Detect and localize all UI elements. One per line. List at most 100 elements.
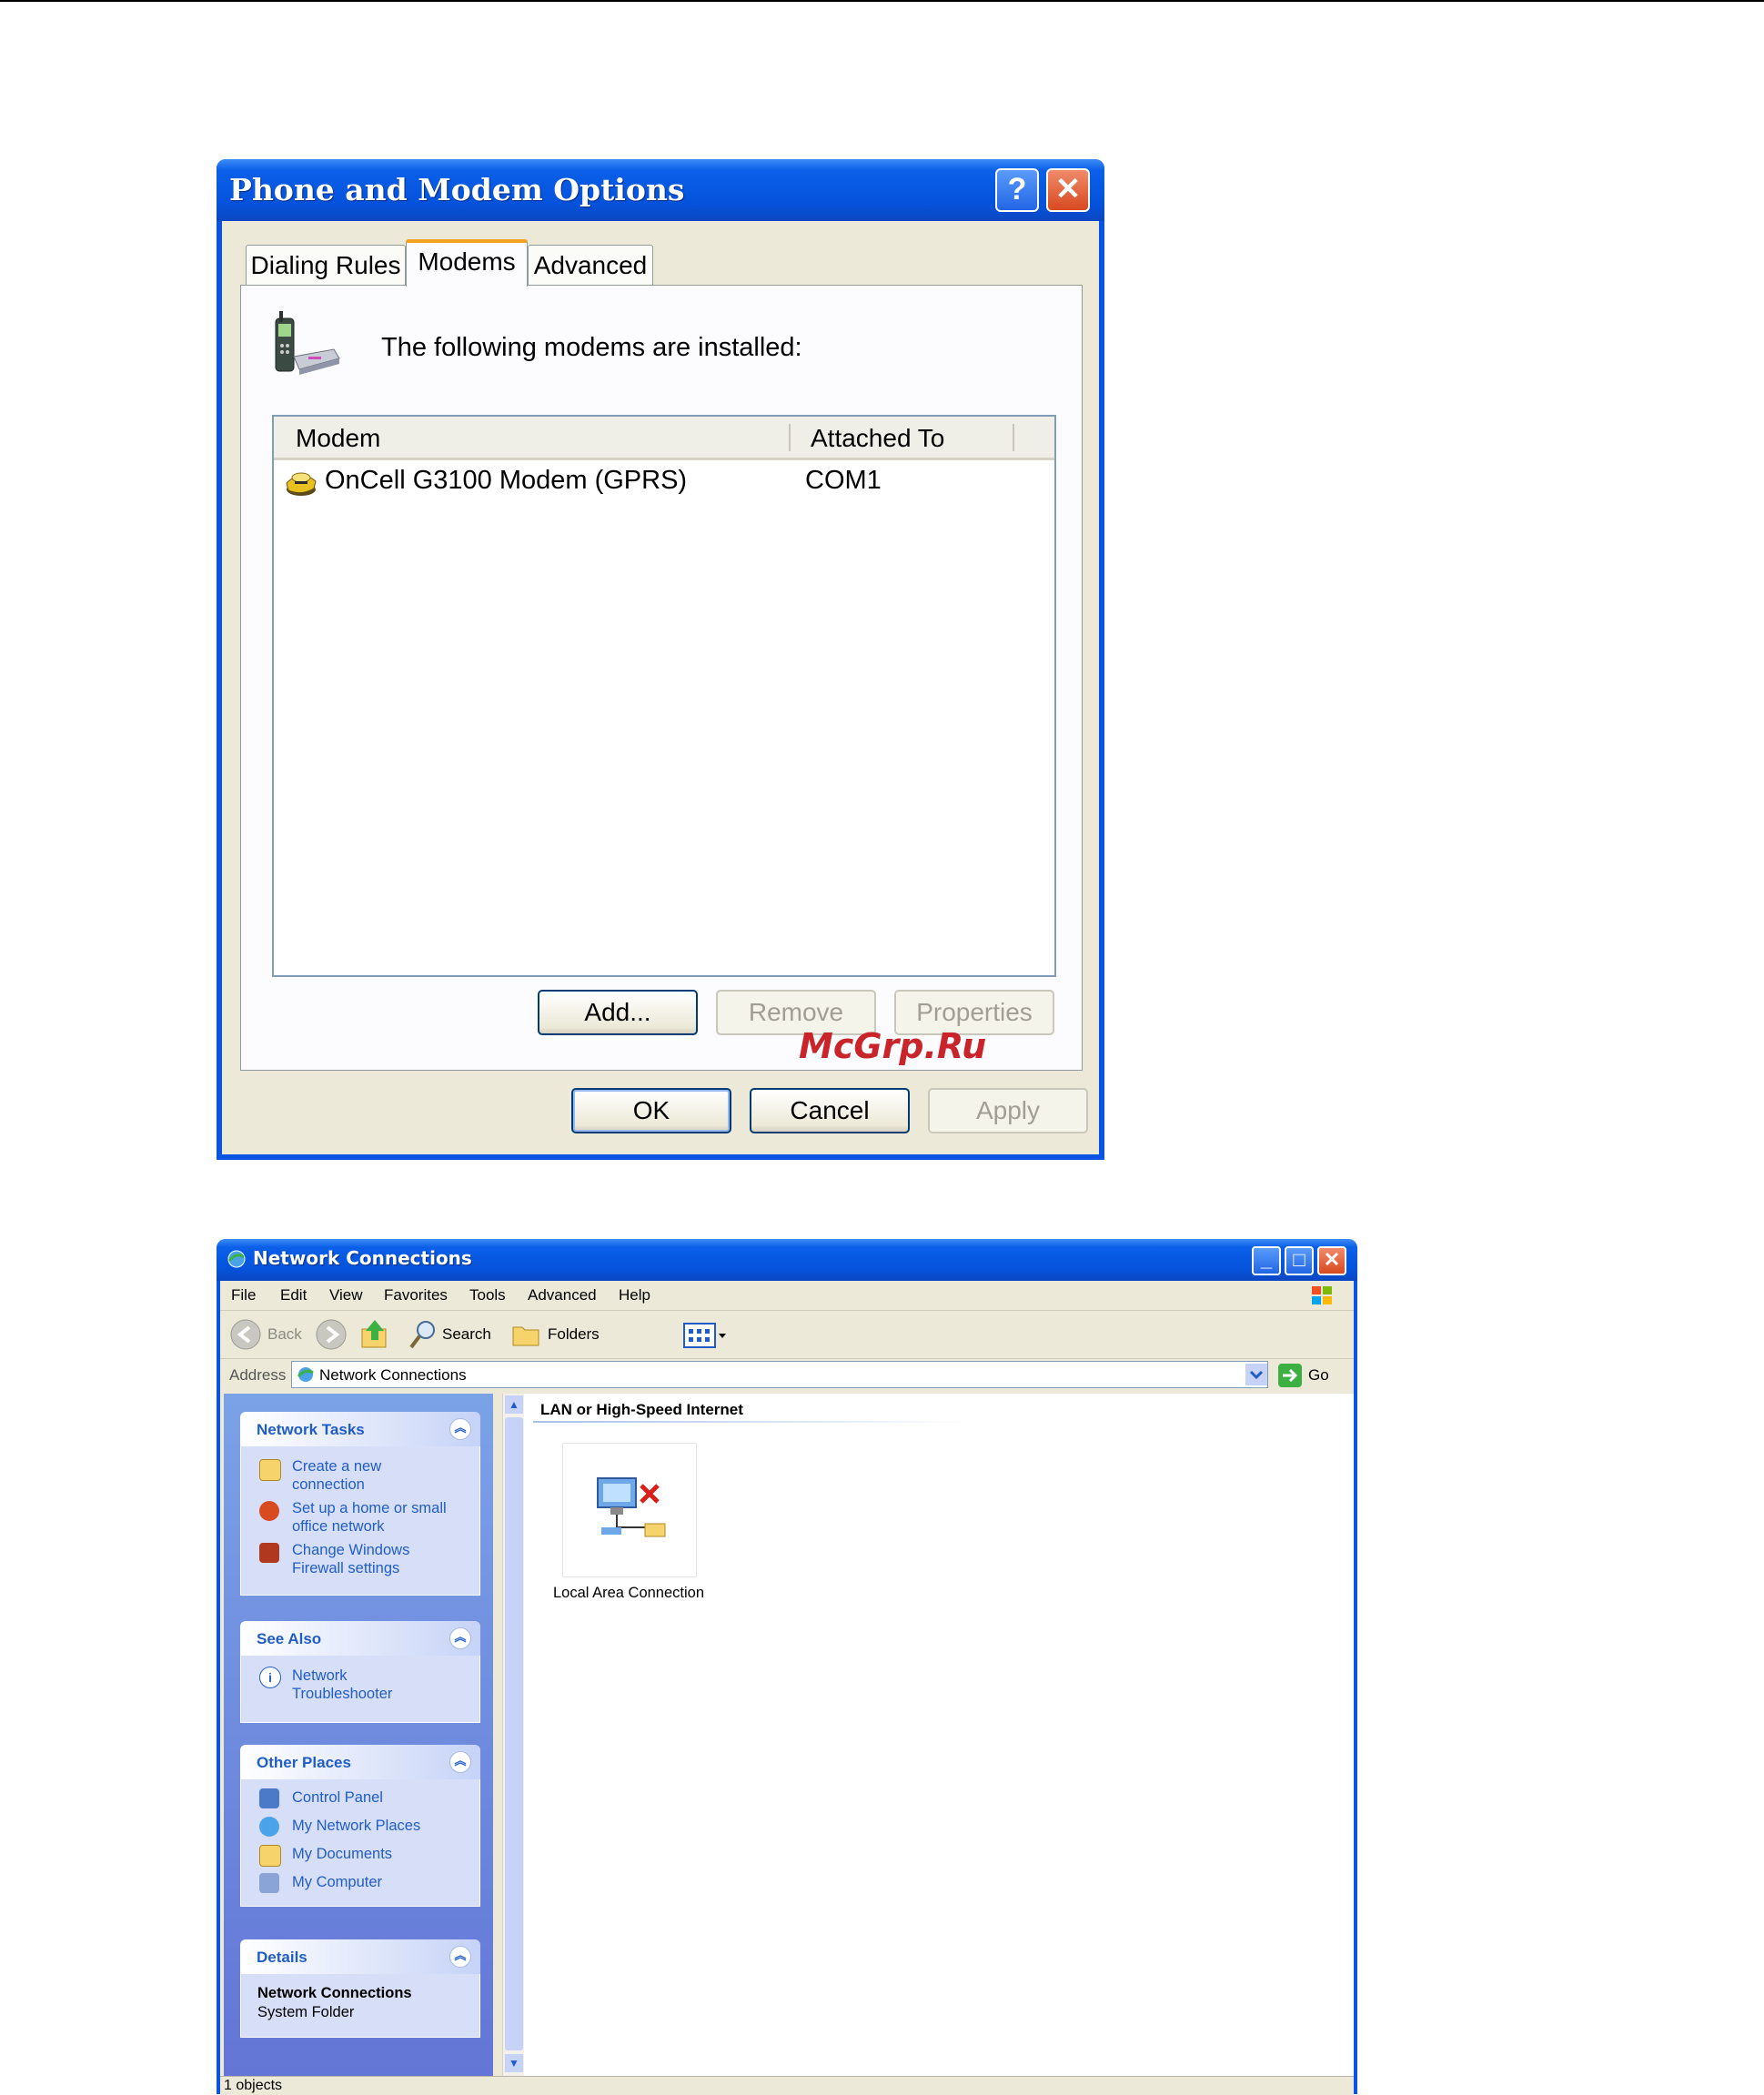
- views-icon[interactable]: [682, 1322, 730, 1349]
- panel-body: Control Panel My Network Places My Docum…: [240, 1779, 480, 1907]
- status-bar: 1 objects: [220, 2076, 1354, 2095]
- table-row[interactable]: OnCell G3100 Modem (GPRS) COM1: [274, 462, 1054, 500]
- network-connections-icon: [297, 1367, 314, 1382]
- details-panel: Details ︽ Network Connections System Fol…: [240, 1939, 480, 2038]
- address-value: Network Connections: [319, 1366, 467, 1384]
- other-places-title: Other Places: [257, 1754, 351, 1771]
- scroll-down-icon[interactable]: ▼: [505, 2054, 523, 2072]
- column-divider[interactable]: [1013, 424, 1014, 451]
- add-button[interactable]: Add...: [538, 990, 698, 1035]
- window-title: Network Connections: [253, 1247, 472, 1269]
- network-tasks-title: Network Tasks: [257, 1421, 365, 1438]
- panel-header[interactable]: Details ︽: [240, 1939, 480, 1974]
- maximize-button[interactable]: □: [1285, 1246, 1314, 1275]
- folders-icon: [512, 1326, 539, 1346]
- panel-body: Network Connections System Folder: [240, 1974, 480, 2038]
- close-button[interactable]: ✕: [1046, 168, 1090, 212]
- go-button[interactable]: Go: [1308, 1366, 1329, 1385]
- my-documents-link[interactable]: My Documents: [292, 1845, 392, 1863]
- item-label: Local Area Connection: [552, 1585, 705, 1601]
- column-divider[interactable]: [789, 424, 791, 451]
- phone-modem-options-dialog: Phone and Modem Options ? ✕ Dialing Rule…: [217, 159, 1104, 1160]
- control-panel-link[interactable]: Control Panel: [292, 1788, 383, 1807]
- content-pane: LAN or High-Speed Internet Local Area Co…: [524, 1394, 1354, 2076]
- back-label: Back: [267, 1325, 302, 1343]
- minimize-button[interactable]: _: [1252, 1246, 1281, 1275]
- details-type: System Folder: [257, 2004, 355, 2020]
- close-button[interactable]: ✕: [1317, 1246, 1346, 1275]
- panel-header[interactable]: Other Places ︽: [240, 1745, 480, 1779]
- search-label: Search: [442, 1325, 491, 1343]
- menu-tools[interactable]: Tools: [469, 1286, 506, 1304]
- see-also-title: See Also: [257, 1630, 322, 1647]
- status-text: 1 objects: [224, 2078, 283, 2093]
- column-header-attached-to[interactable]: Attached To: [811, 417, 944, 458]
- column-header-modem[interactable]: Modem: [296, 417, 380, 458]
- vertical-scrollbar[interactable]: ▲ ▼: [502, 1394, 525, 2076]
- phone-modem-icon: [275, 311, 340, 375]
- attached-to-cell: COM1: [805, 466, 882, 495]
- scroll-up-icon[interactable]: ▲: [505, 1395, 523, 1414]
- lan-connection-icon: [597, 1477, 666, 1537]
- collapse-icon[interactable]: ︽: [449, 1946, 471, 1968]
- toolbar: Back Search Folders: [220, 1311, 1354, 1359]
- list-header: Modem Attached To: [274, 417, 1054, 460]
- menu-help[interactable]: Help: [619, 1286, 650, 1304]
- help-button[interactable]: ?: [995, 168, 1039, 212]
- watermark-text: McGrp.Ru: [799, 1026, 987, 1066]
- windows-logo-icon: [1312, 1286, 1332, 1304]
- forward-arrow-icon[interactable]: [315, 1318, 348, 1351]
- up-folder-icon[interactable]: [358, 1316, 391, 1351]
- tab-advanced[interactable]: Advanced: [528, 245, 653, 285]
- page-top-rule: [0, 0, 1764, 2]
- group-divider: [533, 1421, 970, 1423]
- cancel-button[interactable]: Cancel: [750, 1088, 910, 1133]
- apply-button[interactable]: Apply: [928, 1088, 1088, 1133]
- menu-bar: File Edit View Favorites Tools Advanced …: [220, 1281, 1354, 1311]
- tab-dialing-rules[interactable]: Dialing Rules: [246, 245, 406, 285]
- panel-header[interactable]: Network Tasks ︽: [240, 1412, 480, 1446]
- chevron-down-icon[interactable]: [1245, 1364, 1267, 1385]
- menu-favorites[interactable]: Favorites: [384, 1286, 448, 1304]
- my-network-places-link[interactable]: My Network Places: [292, 1817, 420, 1835]
- local-area-connection-item[interactable]: Local Area Connection: [551, 1443, 704, 1607]
- details-name: Network Connections: [257, 1985, 412, 2001]
- setup-home-network-link[interactable]: Set up a home or small office network: [292, 1499, 447, 1536]
- modems-tab-panel: The following modems are installed: Mode…: [240, 285, 1083, 1071]
- scroll-thumb[interactable]: [505, 1417, 523, 2050]
- create-new-connection-link[interactable]: Create a new connection: [292, 1457, 381, 1494]
- go-arrow-icon[interactable]: [1277, 1363, 1303, 1388]
- menu-advanced[interactable]: Advanced: [528, 1286, 597, 1304]
- control-panel-icon: [259, 1788, 279, 1808]
- back-arrow-icon: [230, 1319, 261, 1350]
- tab-modems[interactable]: Modems: [406, 239, 528, 287]
- menu-edit[interactable]: Edit: [280, 1286, 307, 1304]
- change-firewall-link[interactable]: Change Windows Firewall settings: [292, 1541, 409, 1577]
- collapse-icon[interactable]: ︽: [449, 1418, 471, 1440]
- folders-button[interactable]: Folders: [511, 1316, 608, 1353]
- panel-body: Create a new connection Set up a home or …: [240, 1446, 480, 1596]
- network-places-icon: [259, 1817, 279, 1837]
- panel-header[interactable]: See Also ︽: [240, 1621, 480, 1656]
- see-also-panel: See Also ︽ i Network Troubleshooter: [240, 1621, 480, 1723]
- window-titlebar[interactable]: Network Connections _ □ ✕: [217, 1239, 1357, 1281]
- my-computer-link[interactable]: My Computer: [292, 1873, 382, 1891]
- network-connections-window: Network Connections _ □ ✕ File Edit View…: [217, 1239, 1357, 2095]
- dialog-titlebar[interactable]: Phone and Modem Options ? ✕: [217, 159, 1104, 221]
- menu-view[interactable]: View: [329, 1286, 363, 1304]
- task-pane: Network Tasks ︽ Create a new connection S…: [224, 1394, 493, 2076]
- search-button[interactable]: Search: [408, 1316, 495, 1353]
- ok-button[interactable]: OK: [571, 1088, 731, 1133]
- home-network-icon: [259, 1501, 279, 1521]
- back-button[interactable]: Back: [229, 1318, 302, 1351]
- menu-file[interactable]: File: [231, 1286, 256, 1304]
- modems-list[interactable]: Modem Attached To OnCell G3100 Modem (GP…: [272, 415, 1056, 977]
- info-icon: i: [259, 1667, 281, 1688]
- item-tile: [562, 1443, 697, 1577]
- collapse-icon[interactable]: ︽: [449, 1627, 471, 1649]
- address-input[interactable]: Network Connections: [291, 1361, 1268, 1388]
- new-connection-icon: [259, 1459, 281, 1481]
- collapse-icon[interactable]: ︽: [449, 1751, 471, 1773]
- other-places-panel: Other Places ︽ Control Panel My Network …: [240, 1745, 480, 1907]
- network-troubleshooter-link[interactable]: Network Troubleshooter: [292, 1667, 392, 1703]
